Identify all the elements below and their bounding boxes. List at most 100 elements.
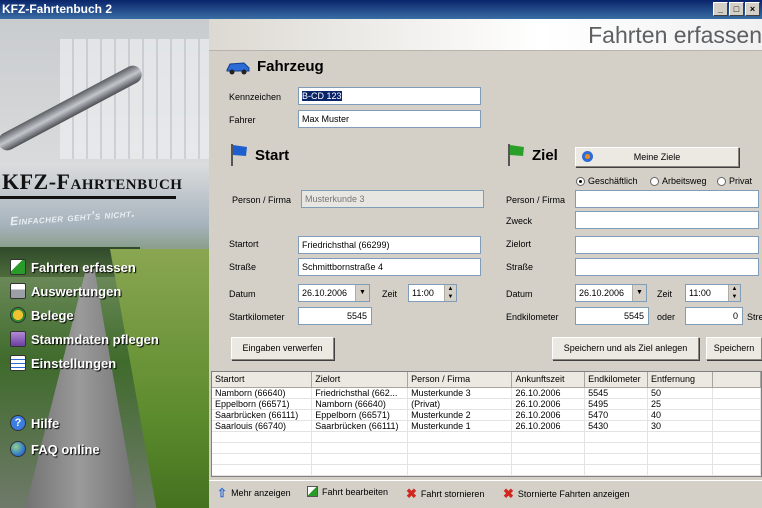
start-person-field[interactable]: Musterkunde 3 (301, 190, 484, 208)
coins-icon (10, 307, 26, 323)
chevron-down-icon[interactable]: ▼ (632, 285, 646, 301)
start-km-field[interactable]: 5545 (298, 307, 372, 325)
red-x-icon: ✖ (503, 486, 514, 501)
table-cell (712, 387, 761, 399)
table-row[interactable]: Saarlouis (66740) Saarbrücken (66111) Must… (212, 420, 761, 432)
trip-type-business[interactable]: Geschäftlich (576, 176, 638, 186)
trip-type-commute[interactable]: Arbeitsweg (650, 176, 707, 186)
column-header[interactable]: Person / Firma (407, 372, 513, 388)
table-cell: 5430 (584, 420, 648, 432)
start-section-heading: Start (229, 143, 289, 167)
driver-label: Fahrer (229, 115, 256, 125)
driver-field[interactable]: Max Muster (298, 110, 481, 128)
sidebar-item-faq[interactable]: FAQ online (10, 441, 100, 457)
column-header[interactable]: Zielort (311, 372, 409, 388)
table-row-empty (212, 453, 761, 465)
table-cell: Musterkunde 3 (407, 387, 513, 399)
edit-trip-button[interactable]: Fahrt bearbeiten (307, 486, 388, 497)
spinner-arrows-icon[interactable]: ▲ ▼ (444, 285, 456, 301)
start-date-label: Datum (229, 289, 256, 299)
sidebar-item-auswertungen[interactable]: Auswertungen (10, 283, 121, 299)
main-panel: Fahrten erfassen Fahrzeug Kennzeichen B-… (209, 19, 762, 508)
plate-field[interactable]: B-CD 123 (298, 87, 481, 105)
dest-time-label: Zeit (657, 289, 673, 299)
start-street-label: Straße (229, 262, 257, 272)
dest-date-picker[interactable]: 26.10.2006 ▼ (575, 284, 647, 302)
checklist-icon (10, 355, 26, 371)
dest-km-field[interactable]: 5545 (575, 307, 649, 325)
table-cell: 26.10.2006 (511, 398, 586, 410)
printer-icon (10, 283, 26, 299)
table-header-row: Startort Zielort Person / Firma Ankunfts… (212, 372, 761, 388)
trips-table-grid: Startort Zielort Person / Firma Ankunfts… (212, 372, 761, 476)
blue-flag-icon (231, 144, 247, 166)
dest-time-stepper[interactable]: 11:00 ▲ ▼ (685, 284, 741, 302)
table-row[interactable]: Namborn (66640) Friedrichsthal (662... Mus… (212, 387, 761, 399)
column-header[interactable]: Startort (212, 372, 313, 388)
discard-button[interactable]: Eingaben verwerfen (231, 337, 334, 360)
app-logo: KFZ-Fahrtenbuch (2, 169, 183, 194)
maximize-button[interactable]: □ (729, 2, 744, 16)
show-cancelled-button[interactable]: ✖ Stornierte Fahrten anzeigen (503, 486, 629, 502)
globe-icon (10, 441, 26, 457)
my-targets-button[interactable]: Meine Ziele (575, 147, 739, 167)
dest-person-label: Person / Firma (506, 195, 566, 205)
table-cell: Eppelborn (66571) (311, 409, 409, 421)
or-label: oder (657, 312, 676, 322)
sidebar-item-label: Fahrten erfassen (31, 259, 136, 275)
sidebar-item-stammdaten[interactable]: Stammdaten pflegen (10, 331, 159, 347)
dest-purpose-field[interactable] (575, 211, 759, 229)
table-row[interactable]: Eppelborn (66571) Namborn (66640) (Privat)… (212, 398, 761, 410)
table-cell: 5495 (584, 398, 648, 410)
distance-field[interactable]: 0 (685, 307, 743, 325)
dest-person-field[interactable] (575, 190, 759, 208)
table-cell: Saarbrücken (66111) (212, 409, 313, 421)
table-cell: 30 (647, 420, 713, 432)
green-flag-icon (508, 144, 524, 166)
spinner-arrows-icon[interactable]: ▲ ▼ (728, 285, 740, 301)
radio-checked-icon (576, 176, 585, 186)
dest-street-label: Straße (506, 262, 534, 272)
trip-type-label: Arbeitsweg (662, 176, 707, 186)
column-header[interactable]: Ankunftszeit (511, 372, 586, 388)
vehicle-heading-text: Fahrzeug (257, 58, 324, 75)
trips-table[interactable]: Startort Zielort Person / Firma Ankunfts… (211, 371, 762, 477)
start-time-value: 11:00 (412, 288, 434, 298)
column-header[interactable]: Endkilometer (584, 372, 648, 388)
start-street-field[interactable]: Schmittbornstraße 4 (298, 258, 481, 276)
minimize-button[interactable]: _ (713, 2, 728, 16)
start-city-field[interactable]: Friedrichsthal (66299) (298, 236, 481, 254)
start-km-label: Startkilometer (229, 312, 285, 322)
dest-street-field[interactable] (575, 258, 759, 276)
close-button[interactable]: × (745, 2, 760, 16)
sidebar-item-einstellungen[interactable]: Einstellungen (10, 355, 116, 371)
table-row[interactable]: Saarbrücken (66111) Eppelborn (66571) Must… (212, 409, 761, 421)
radio-unchecked-icon (717, 176, 726, 186)
start-time-stepper[interactable]: 11:00 ▲ ▼ (408, 284, 457, 302)
table-row-empty (212, 442, 761, 454)
column-header[interactable]: Entfernung (647, 372, 713, 388)
chevron-down-icon[interactable]: ▼ (355, 285, 369, 301)
dest-city-field[interactable] (575, 236, 759, 254)
sidebar-item-belege[interactable]: Belege (10, 307, 74, 323)
table-cell (712, 420, 761, 432)
sidebar-item-fahrten-erfassen[interactable]: Fahrten erfassen (10, 259, 136, 275)
save-as-target-button[interactable]: Speichern und als Ziel anlegen (552, 337, 699, 360)
sidebar-item-hilfe[interactable]: ? Hilfe (10, 415, 59, 431)
window-title: KFZ-Fahrtenbuch 2 (2, 2, 112, 16)
table-cell: 26.10.2006 (511, 420, 586, 432)
target-icon (582, 151, 593, 162)
cancel-trip-button[interactable]: ✖ Fahrt stornieren (406, 486, 484, 502)
destination-section-heading: Ziel (506, 143, 558, 167)
window-controls: _ □ × (713, 2, 760, 16)
table-cell (712, 398, 761, 410)
trip-type-label: Geschäftlich (588, 176, 638, 186)
start-date-value: 26.10.2006 (302, 288, 348, 298)
sidebar: KFZ-Fahrtenbuch Einfacher geht's nicht. … (0, 19, 209, 508)
save-button[interactable]: Speichern (706, 337, 762, 360)
more-button[interactable]: ⇧ Mehr anzeigen (217, 486, 291, 500)
table-cell: 26.10.2006 (511, 409, 586, 421)
table-cell: Eppelborn (66571) (212, 398, 313, 410)
trip-type-private[interactable]: Privat (717, 176, 752, 186)
start-date-picker[interactable]: 26.10.2006 ▼ (298, 284, 370, 302)
